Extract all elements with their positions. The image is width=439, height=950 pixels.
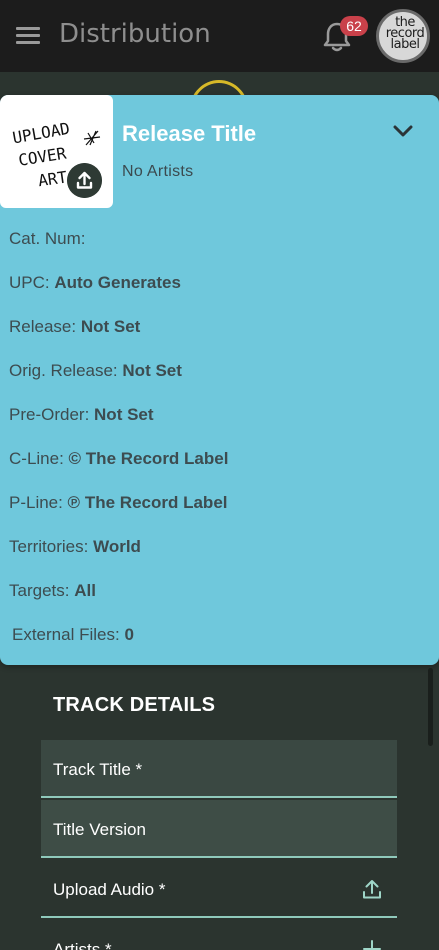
svg-text:ART: ART — [37, 167, 69, 190]
avatar-logo-text: the record label — [385, 15, 425, 52]
territories: Territories: World — [9, 537, 141, 556]
field-label: Title Version — [53, 820, 146, 839]
plus-icon[interactable] — [361, 938, 383, 950]
field-label: Upload Audio * — [53, 880, 166, 899]
catalog-number: Cat. Num: — [9, 229, 86, 248]
hamburger-menu-icon[interactable] — [16, 26, 40, 46]
notification-badge: 62 — [340, 16, 368, 36]
app-bar: Distribution 62 the record label — [0, 0, 439, 72]
track-title-field[interactable]: Track Title * — [41, 740, 397, 798]
pre-order-date: Pre-Order: Not Set — [9, 405, 154, 424]
external-files: External Files: 0 — [12, 625, 134, 644]
upload-cover-icon[interactable] — [67, 163, 102, 198]
field-label: Track Title * — [53, 760, 143, 779]
sparkle-icon — [83, 130, 101, 146]
c-line: C-Line: © The Record Label — [9, 449, 229, 468]
release-title: Release Title — [122, 121, 257, 146]
svg-text:COVER: COVER — [17, 144, 68, 170]
upc: UPC: Auto Generates — [9, 273, 181, 292]
release-artists: No Artists — [122, 163, 194, 180]
chevron-down-icon[interactable] — [390, 121, 416, 141]
release-date: Release: Not Set — [9, 317, 141, 336]
track-details-heading: TRACK DETAILS — [53, 694, 216, 716]
cover-art-placeholder[interactable]: UPLOAD COVER ART — [0, 95, 113, 208]
field-label: Artists * — [53, 940, 112, 950]
artists-field[interactable]: Artists * — [41, 920, 397, 950]
scrollbar[interactable] — [428, 668, 433, 746]
targets: Targets: All — [9, 581, 96, 600]
release-card: UPLOAD COVER ART Release Title No Artist… — [0, 95, 439, 665]
upload-audio-field[interactable]: Upload Audio * — [41, 860, 397, 918]
original-release-date: Orig. Release: Not Set — [9, 361, 182, 380]
title-version-field[interactable]: Title Version — [41, 800, 397, 858]
avatar[interactable]: the record label — [376, 9, 430, 63]
upload-icon[interactable] — [361, 878, 383, 900]
page-title: Distribution — [59, 19, 211, 49]
p-line: P-Line: ℗ The Record Label — [9, 493, 228, 512]
